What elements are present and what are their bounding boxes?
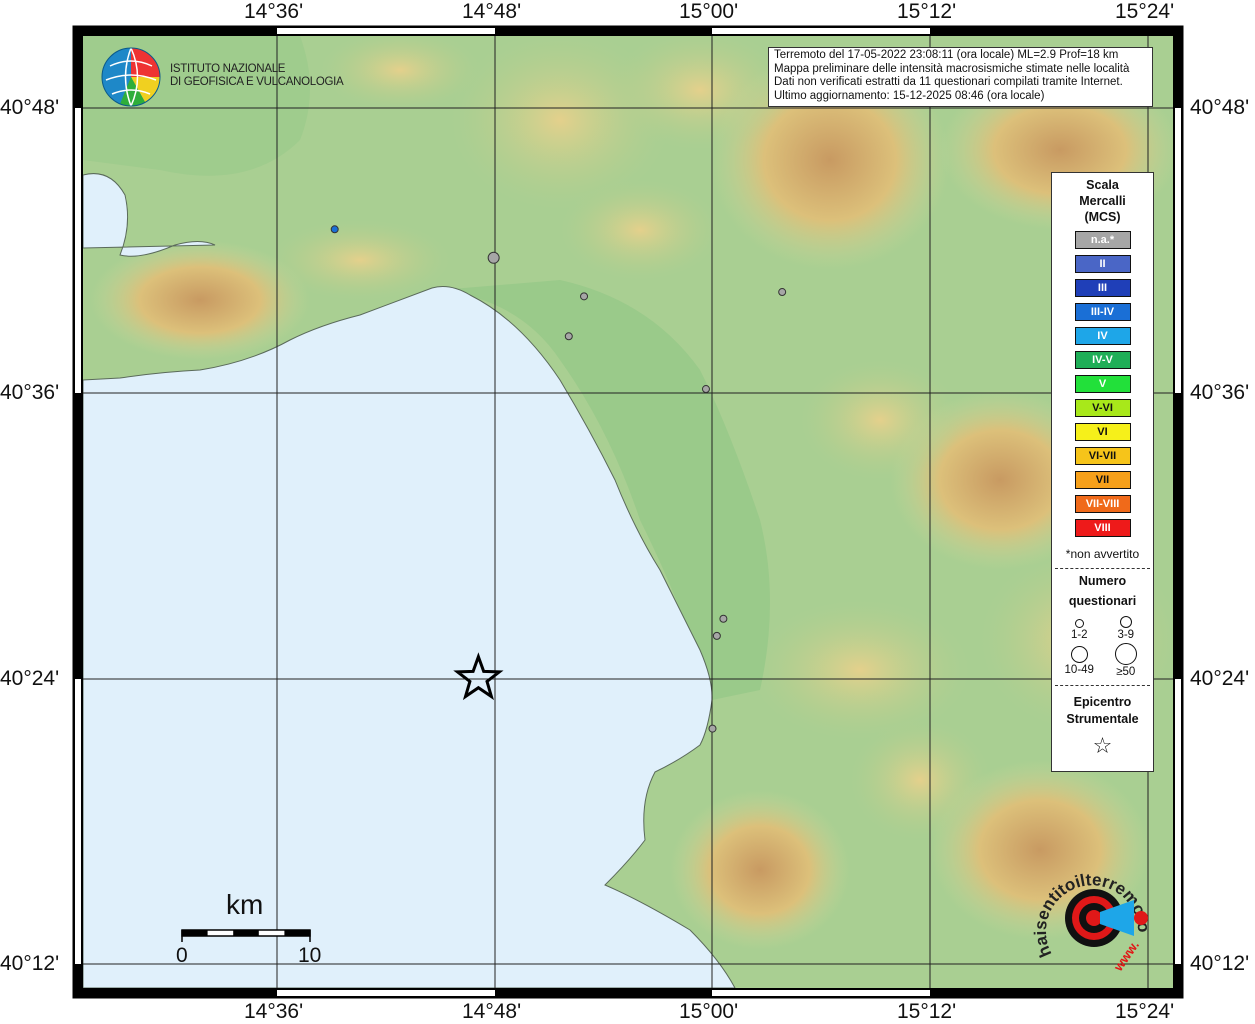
scale-bar-unit: km <box>226 889 264 920</box>
legend-epicenter-title-2: Strumentale <box>1066 712 1139 726</box>
intensity-point[interactable] <box>708 724 717 733</box>
size-ring-small-icon <box>1074 619 1084 628</box>
size-item-1-2: 1-2 <box>1056 615 1103 641</box>
lat-label-left-3: 40°24' <box>0 667 60 690</box>
questionnaire-size-legend: 1-2 3-9 10-49 ≥50 <box>1056 615 1149 678</box>
intensity-point[interactable] <box>719 614 728 623</box>
size-ring-xlarge-icon <box>1114 643 1137 665</box>
haisentito-url: www. <box>1110 938 1142 975</box>
scale-item-vi: VI <box>1074 423 1131 441</box>
scale-bar-start: 0 <box>176 944 188 967</box>
scale-bar-end: 10 <box>298 944 322 967</box>
lat-label-right-1: 40°48' <box>1190 96 1250 119</box>
scale-item-viii: VIII <box>1074 519 1131 537</box>
legend-title-mcs: (MCS) <box>1084 210 1121 224</box>
lat-label-left-1: 40°48' <box>0 96 60 119</box>
last-update: Ultimo aggiornamento: 15-12-2025 08:46 (… <box>774 89 1045 102</box>
legend-note: *non avvertito <box>1065 547 1140 561</box>
lat-label-left-2: 40°36' <box>0 381 60 404</box>
size-ring-large-icon <box>1070 646 1088 663</box>
legend-divider-1 <box>1055 568 1150 569</box>
size-item-10-49: 10-49 <box>1056 643 1103 678</box>
map-description: Mappa preliminare delle intensità macros… <box>774 62 1130 75</box>
scale-item-ii: II <box>1074 255 1131 273</box>
ingv-logo: ISTITUTO NAZIONALE DI GEOFISICA E VULCAN… <box>100 46 344 108</box>
lon-label-bottom-4: 15°12' <box>897 1000 957 1023</box>
mcs-scale-list: n.a.* II III III-IV IV IV-V V V-VI VI VI-VII VII VI… <box>1052 231 1153 537</box>
scale-item-iii-iv: III-IV <box>1074 303 1131 321</box>
lat-label-left-4: 40°12' <box>0 952 60 975</box>
scale-item-v-vi: V-VI <box>1074 399 1131 417</box>
size-label: 3-9 <box>1117 629 1135 641</box>
scale-item-n-a: n.a.* <box>1074 231 1131 249</box>
legend-title-scala: Scala <box>1086 178 1119 192</box>
intensity-point[interactable] <box>487 251 500 264</box>
legend-count-title-2: questionari <box>1068 594 1137 608</box>
lon-label-bottom-5: 15°24' <box>1115 1000 1175 1023</box>
intensity-point[interactable] <box>701 385 710 394</box>
scale-item-iv: IV <box>1074 327 1131 345</box>
intensity-point[interactable] <box>564 332 573 341</box>
legend-divider-2 <box>1055 685 1150 686</box>
size-item-50-plus: ≥50 <box>1103 643 1150 678</box>
lon-label-bottom-3: 15°00' <box>679 1000 739 1023</box>
scale-item-iv-v: IV-V <box>1074 351 1131 369</box>
intensity-point[interactable] <box>712 631 721 640</box>
ingv-line-2: DI GEOFISICA E VULCANOLOGIA <box>170 76 344 88</box>
size-item-3-9: 3-9 <box>1103 615 1150 641</box>
intensity-point[interactable] <box>330 225 339 234</box>
scale-item-vii-viii: VII-VIII <box>1074 495 1131 513</box>
lon-label-bottom-1: 14°36' <box>244 1000 304 1023</box>
lon-label-top-5: 15°24' <box>1115 0 1175 23</box>
ingv-globe-icon <box>101 47 161 107</box>
haisentito-emblem-icon: haisentitoilterremoto.it www. <box>1027 847 1153 975</box>
lon-label-top-3: 15°00' <box>679 0 739 23</box>
lat-label-right-2: 40°36' <box>1190 381 1250 404</box>
haisentito-logo: haisentitoilterremoto.it www. <box>1027 847 1162 982</box>
lat-label-right-3: 40°24' <box>1190 667 1250 690</box>
intensity-point[interactable] <box>580 292 589 301</box>
lon-label-top-1: 14°36' <box>244 0 304 23</box>
event-info-box: Terremoto del 17-05-2022 23:08:11 (ora l… <box>768 47 1153 107</box>
size-ring-medium-icon <box>1119 616 1132 628</box>
size-label: 1-2 <box>1070 629 1088 641</box>
lon-label-top-4: 15°12' <box>897 0 957 23</box>
event-summary: Terremoto del 17-05-2022 23:08:11 (ora l… <box>774 49 1119 61</box>
legend-panel: Scala Mercalli (MCS) n.a.* II III III-IV IV I… <box>1051 172 1154 772</box>
intensity-point[interactable] <box>778 288 787 297</box>
lon-label-bottom-2: 14°48' <box>462 1000 522 1023</box>
scale-item-v: V <box>1074 375 1131 393</box>
data-disclaimer: Dati non verificati estratti da 11 quest… <box>774 76 1123 88</box>
legend-title-mercalli: Mercalli <box>1079 194 1126 208</box>
scale-item-iii: III <box>1074 279 1131 297</box>
legend-count-title-1: Numero <box>1078 574 1127 588</box>
scale-item-vii: VII <box>1074 471 1131 489</box>
legend-epicenter-title-1: Epicentro <box>1073 695 1132 709</box>
lon-label-top-2: 14°48' <box>462 0 522 23</box>
scale-item-vi-vii: VI-VII <box>1074 447 1131 465</box>
ingv-line-1: ISTITUTO NAZIONALE <box>170 63 286 75</box>
size-label: ≥50 <box>1116 666 1136 678</box>
epicenter-star-icon: ☆ <box>1092 733 1113 758</box>
size-label: 10-49 <box>1064 664 1094 676</box>
lat-label-right-4: 40°12' <box>1190 952 1250 975</box>
